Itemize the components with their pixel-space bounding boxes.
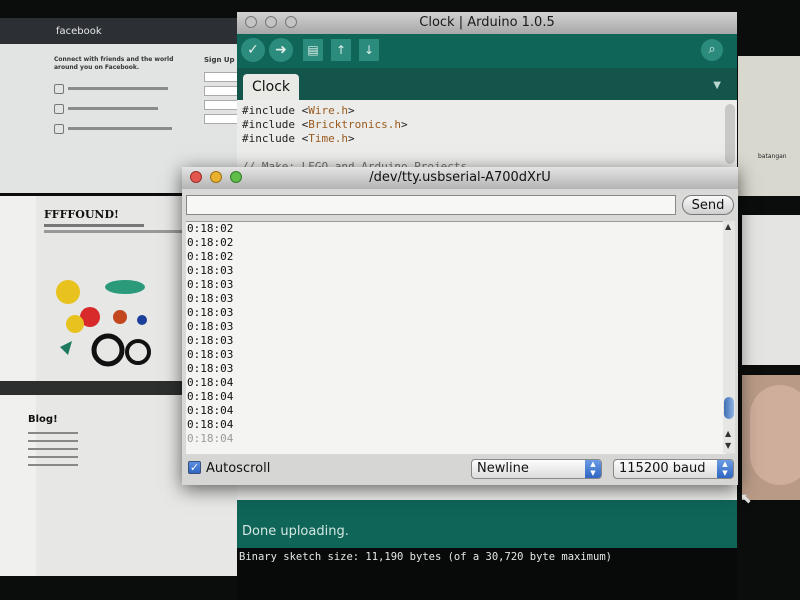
editor-scrollbar-thumb[interactable]	[725, 104, 735, 164]
serial-monitor-button[interactable]: ⌕	[701, 39, 723, 61]
verify-icon: ✓	[247, 42, 259, 58]
serial-output-line: 0:18:03	[187, 264, 234, 277]
serial-output-line: 0:18:03	[187, 334, 234, 347]
code-line: #include <Time.h>	[242, 132, 355, 145]
select-arrows-icon: ▲ ▼	[585, 460, 601, 478]
people-icon	[54, 124, 64, 134]
facebook-logo: facebook	[56, 26, 102, 37]
new-button[interactable]: ▤	[303, 39, 323, 61]
facebook-tagline: Connect with friends and the world aroun…	[54, 56, 174, 71]
mouse-pointer-icon: ⬉	[740, 491, 752, 507]
serial-monitor-window: /dev/tty.usbserial-A700dXrU Send 0:18:02…	[182, 167, 738, 485]
serial-send-input[interactable]	[186, 195, 676, 215]
serial-output-line: 0:18:03	[187, 278, 234, 291]
open-button[interactable]: ↑	[331, 39, 351, 61]
mobile-icon	[54, 104, 64, 114]
code-line: #include <Wire.h>	[242, 104, 355, 117]
ide-status-bar: Done uploading.	[237, 500, 737, 548]
serial-bottom-bar: ✓ Autoscroll Newline ▲ ▼ 115200 baud ▲ ▼	[182, 455, 738, 485]
select-arrows-icon: ▲ ▼	[717, 460, 733, 478]
save-button[interactable]: ↓	[359, 39, 379, 61]
serial-output-line: 0:18:04	[187, 418, 234, 431]
upload-icon: ➜	[275, 42, 287, 58]
serial-output-line: 0:18:03	[187, 362, 234, 375]
serial-output-line: 0:18:04	[187, 376, 234, 389]
background-right-photo	[742, 375, 800, 500]
scroll-up-arrow-icon[interactable]: ▲	[725, 222, 731, 231]
serial-output-area[interactable]: 0:18:02 0:18:02 0:18:02 0:18:03 0:18:03 0:18:…	[186, 221, 726, 454]
code-text: #include <Wire.h> #include <Bricktronics…	[242, 104, 467, 174]
facebook-header-bar	[0, 18, 240, 44]
serial-monitor-icon: ⌕	[708, 42, 716, 57]
checkmark-icon: ✓	[189, 461, 200, 474]
ide-tab-bar: Clock ▼	[237, 68, 737, 100]
baud-rate-value: 115200 baud	[619, 461, 706, 476]
background-right-page: batangan	[738, 56, 800, 196]
serial-output-line: 0:18:02	[187, 250, 234, 263]
tab-clock[interactable]: Clock	[243, 74, 299, 100]
facebook-feature-row	[68, 107, 158, 110]
scroll-up-arrow-icon[interactable]: ▲	[725, 429, 731, 438]
serial-output-line: 0:18:04	[187, 432, 234, 445]
baud-rate-select[interactable]: 115200 baud ▲ ▼	[613, 459, 734, 479]
output-scrollbar-thumb[interactable]	[724, 397, 734, 419]
ide-title-bar[interactable]: Clock | Arduino 1.0.5	[237, 12, 737, 34]
output-scrollbar[interactable]: ▲ ▲ ▼	[723, 221, 735, 453]
serial-output-line: 0:18:04	[187, 390, 234, 403]
ffffound-blog-line	[28, 448, 78, 450]
ffffound-blog-line	[28, 456, 78, 458]
ide-console: Binary sketch size: 11,190 bytes (of a 3…	[237, 548, 737, 600]
code-line: #include <Bricktronics.h>	[242, 118, 408, 131]
facebook-first-name-field	[204, 72, 240, 82]
ffffound-blog-line	[28, 432, 78, 434]
ffffound-subtitle	[44, 230, 184, 233]
line-ending-select[interactable]: Newline ▲ ▼	[471, 459, 602, 479]
facebook-feature-row	[68, 127, 172, 130]
serial-output-line: 0:18:03	[187, 320, 234, 333]
ffffound-subtitle	[44, 224, 144, 227]
scroll-down-arrow-icon[interactable]: ▼	[725, 441, 731, 450]
new-icon: ▤	[307, 43, 319, 57]
serial-output-line: 0:18:02	[187, 236, 234, 249]
serial-output-line: 0:18:03	[187, 348, 234, 361]
ffffound-blog-line	[28, 440, 78, 442]
save-icon: ↓	[363, 43, 375, 57]
ffffound-blog-line	[28, 464, 78, 466]
ide-toolbar: ✓ ➜ ▤ ↑ ↓ ⌕	[237, 34, 737, 68]
verify-button[interactable]: ✓	[241, 38, 265, 62]
autoscroll-label: Autoscroll	[206, 461, 271, 476]
send-button[interactable]: Send	[682, 195, 734, 215]
facebook-signup-heading: Sign Up	[204, 56, 235, 64]
right-page-text: batangan	[758, 153, 787, 160]
serial-output-line: 0:18:02	[187, 222, 234, 235]
ffffound-blog-heading: Blog!	[28, 414, 58, 425]
serial-output-line: 0:18:04	[187, 404, 234, 417]
face-image	[750, 385, 800, 485]
serial-output-line: 0:18:03	[187, 292, 234, 305]
facebook-email-field	[204, 86, 240, 96]
serial-output-line: 0:18:03	[187, 306, 234, 319]
console-text: Binary sketch size: 11,190 bytes (of a 3…	[239, 551, 612, 563]
ffffound-artwork-image	[56, 280, 151, 367]
tab-menu-arrow-icon[interactable]: ▼	[713, 80, 721, 91]
serial-title-bar[interactable]: /dev/tty.usbserial-A700dXrU	[182, 167, 738, 189]
status-message: Done uploading.	[242, 524, 349, 539]
upload-button[interactable]: ➜	[269, 38, 293, 62]
ide-window-title: Clock | Arduino 1.0.5	[419, 15, 555, 30]
open-icon: ↑	[335, 43, 347, 57]
autoscroll-checkbox[interactable]: ✓	[188, 461, 201, 474]
facebook-password-field	[204, 114, 240, 124]
background-right-page	[742, 215, 800, 365]
serial-window-title: /dev/tty.usbserial-A700dXrU	[369, 170, 551, 185]
line-ending-value: Newline	[477, 461, 529, 476]
facebook-feature-row	[68, 87, 168, 90]
photos-icon	[54, 84, 64, 94]
ffffound-title: FFFFOUND!	[44, 208, 119, 221]
facebook-reenter-field	[204, 100, 240, 110]
